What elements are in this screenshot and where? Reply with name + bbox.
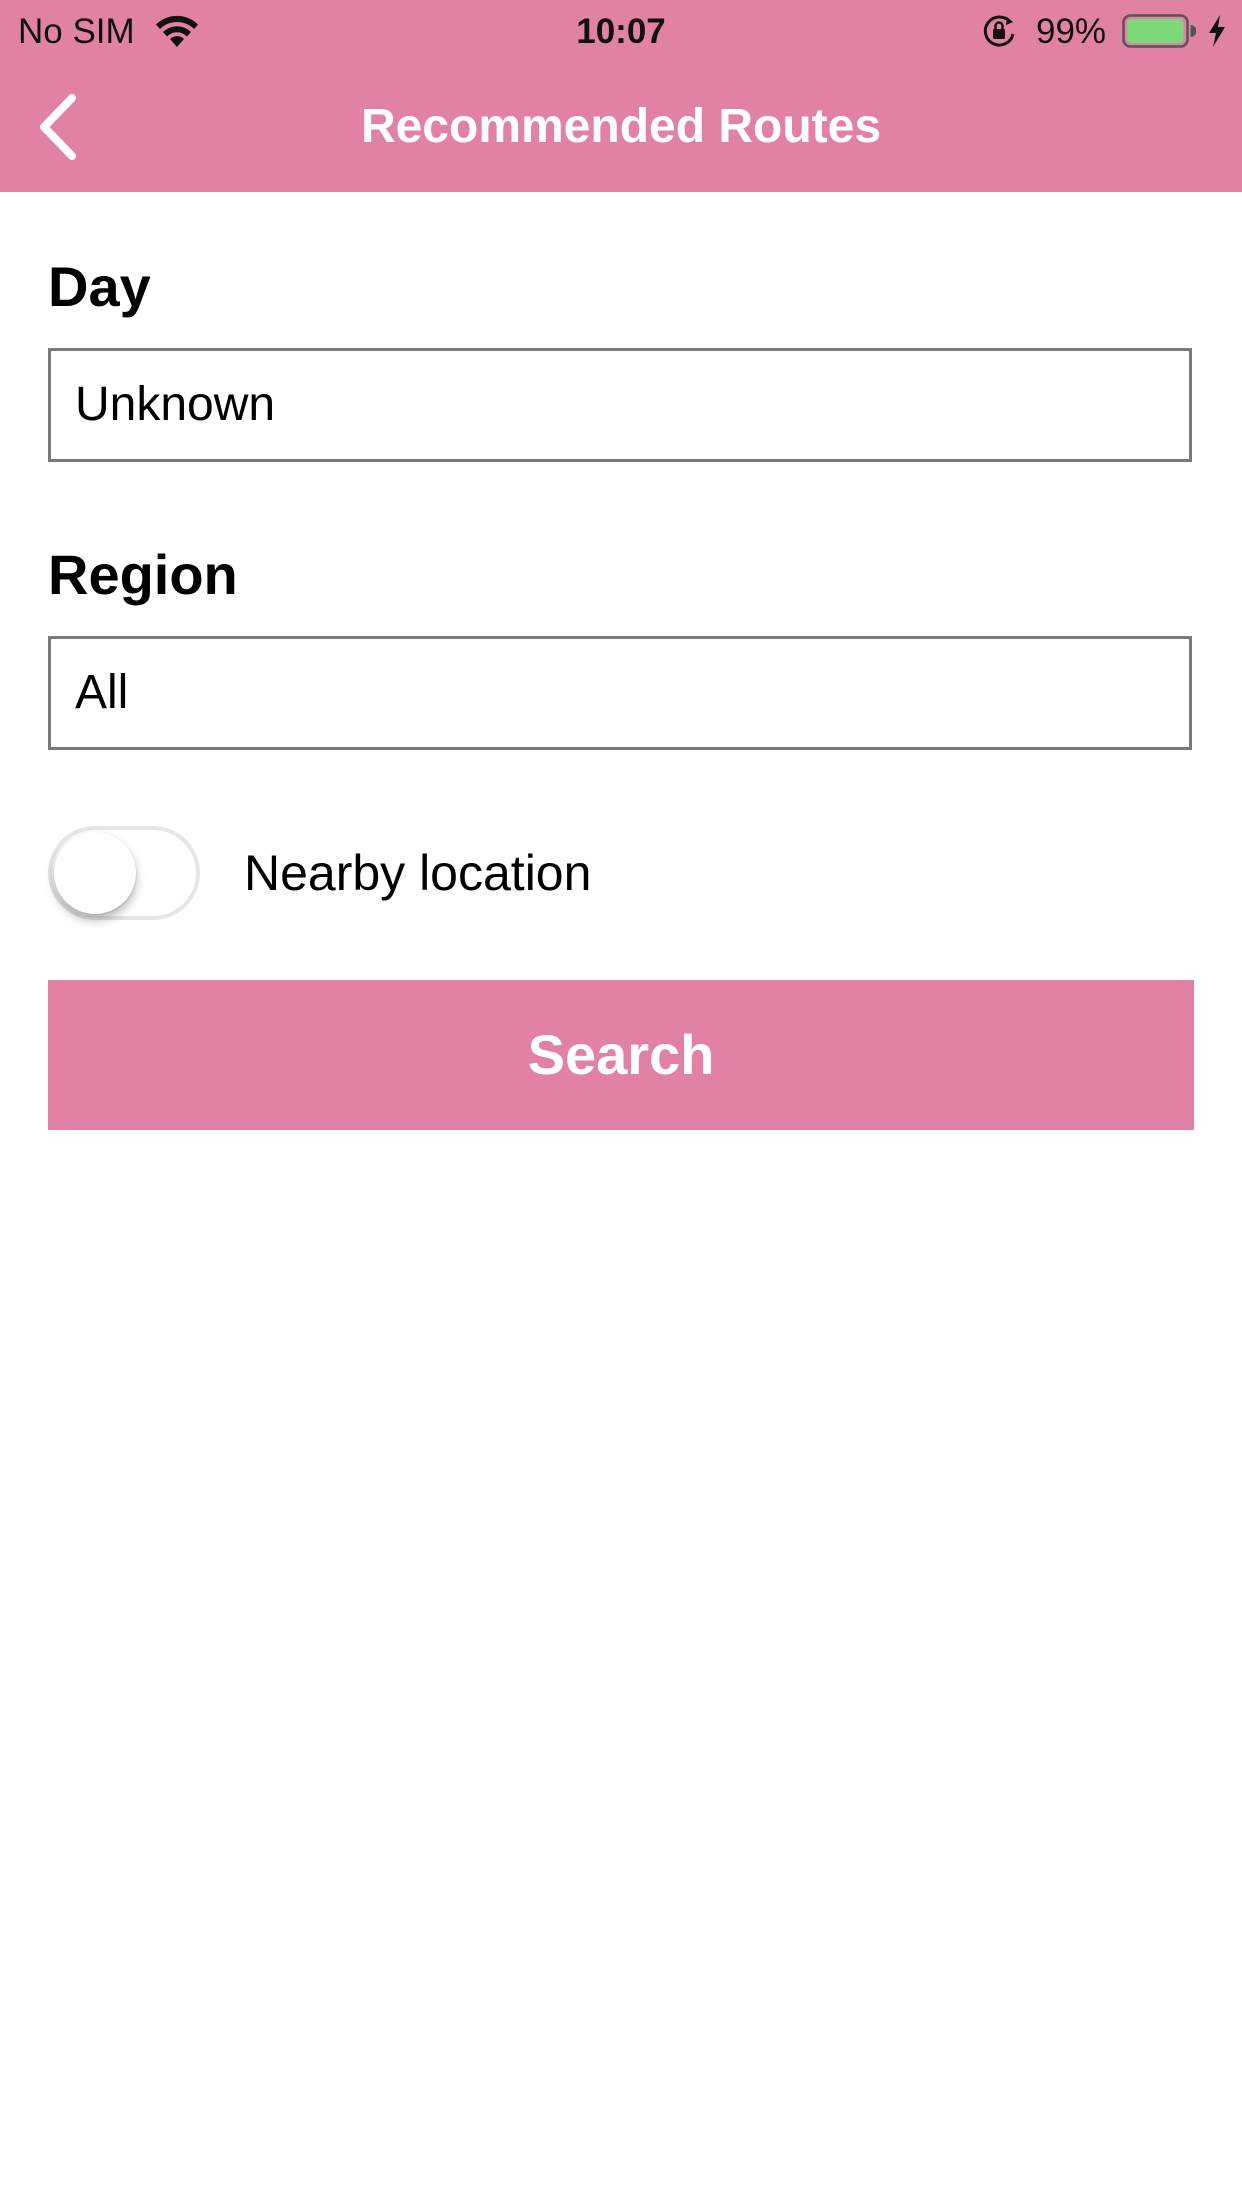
status-bar: No SIM 10:07 99% <box>0 0 1242 60</box>
orientation-lock-icon <box>983 15 1015 47</box>
page-title: Recommended Routes <box>360 100 882 153</box>
charging-bolt-icon <box>1209 15 1225 47</box>
toggle-knob <box>54 832 136 914</box>
day-label: Day <box>48 255 151 318</box>
day-select[interactable]: Unknown <box>48 348 1192 462</box>
region-select-value: All <box>75 666 129 719</box>
header: No SIM 10:07 99% Recommended Routes <box>0 0 1242 192</box>
region-label: Region <box>48 543 238 606</box>
nearby-location-toggle[interactable] <box>48 826 200 920</box>
search-button[interactable]: Search <box>48 980 1194 1130</box>
navigation-bar: Recommended Routes <box>0 60 1242 192</box>
nearby-location-label: Nearby location <box>244 845 592 901</box>
battery-percentage: 99% <box>1036 12 1107 51</box>
region-select[interactable]: All <box>48 636 1192 750</box>
day-select-value: Unknown <box>75 378 276 431</box>
battery-icon <box>1122 14 1196 48</box>
recommended-routes-screen: No SIM 10:07 99% Recommended Routes Day … <box>0 0 1242 2208</box>
